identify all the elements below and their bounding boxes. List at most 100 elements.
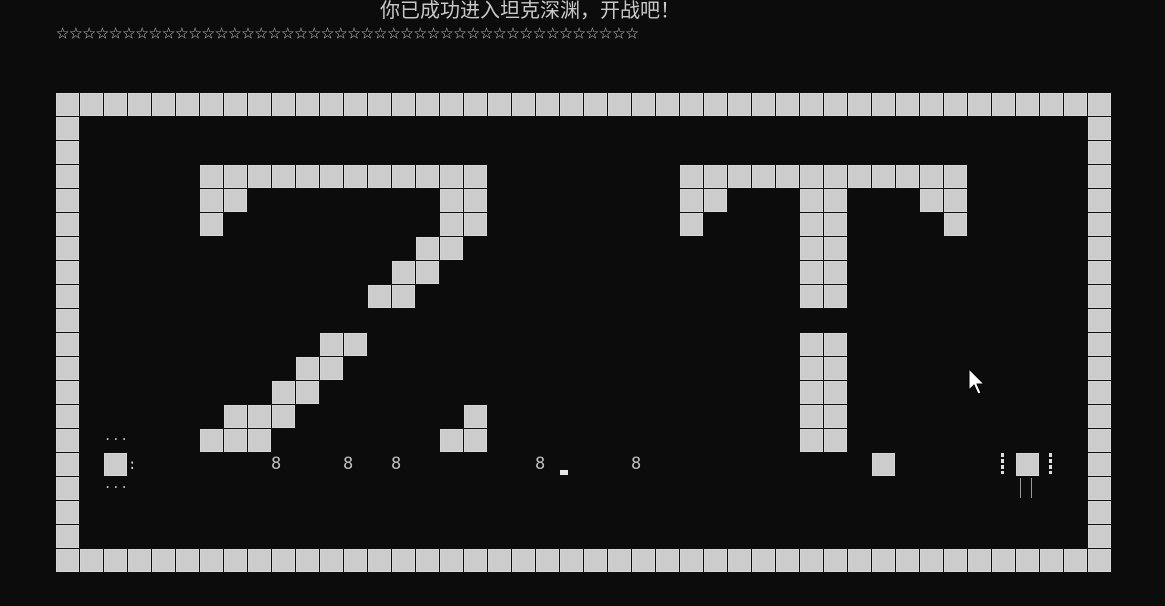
wall-block — [200, 93, 223, 116]
wall-block — [56, 453, 79, 476]
letter-z-block — [200, 189, 223, 212]
letter-t-block — [872, 165, 895, 188]
wall-block — [56, 477, 79, 500]
wall-block — [704, 93, 727, 116]
wall-block — [56, 141, 79, 164]
wall-block — [680, 93, 703, 116]
wall-block — [1088, 333, 1111, 356]
letter-t-block — [800, 237, 823, 260]
wall-block — [992, 93, 1015, 116]
letter-z-block — [248, 429, 271, 452]
letter-z-block — [248, 165, 271, 188]
letter-z-block — [248, 405, 271, 428]
wall-block — [584, 549, 607, 572]
wall-block — [392, 93, 415, 116]
wall-block — [1088, 141, 1111, 164]
wall-block — [752, 549, 775, 572]
wall-block — [56, 261, 79, 284]
wall-block — [1088, 237, 1111, 260]
letter-t-block — [800, 213, 823, 236]
letter-z-block — [464, 189, 487, 212]
letter-t-block — [752, 165, 775, 188]
letter-t-block — [944, 189, 967, 212]
wall-block — [56, 501, 79, 524]
letter-z-block — [440, 213, 463, 236]
letter-z-block — [416, 237, 439, 260]
letter-z-block — [200, 429, 223, 452]
wall-block — [872, 93, 895, 116]
letter-t-block — [920, 189, 943, 212]
wall-block — [56, 357, 79, 380]
wall-block — [800, 93, 823, 116]
enemy-tank-body — [1016, 453, 1039, 476]
wall-block — [56, 93, 79, 116]
letter-z-block — [272, 165, 295, 188]
wall-block — [1088, 453, 1111, 476]
wall-block — [56, 525, 79, 548]
wall-block — [776, 549, 799, 572]
wall-block — [1088, 405, 1111, 428]
wall-block — [1088, 357, 1111, 380]
wall-block — [1064, 549, 1087, 572]
letter-z-block — [272, 405, 295, 428]
wall-block — [80, 549, 103, 572]
obstacle-block — [872, 453, 895, 476]
wall-block — [464, 93, 487, 116]
letter-z-block — [224, 189, 247, 212]
letter-t-block — [896, 165, 919, 188]
letter-z-block — [224, 165, 247, 188]
letter-z-block — [344, 333, 367, 356]
wall-block — [56, 285, 79, 308]
letter-t-block — [800, 429, 823, 452]
wall-block — [1088, 501, 1111, 524]
marker: 8 — [391, 454, 402, 474]
letter-t-block — [848, 165, 871, 188]
letter-z-block — [416, 261, 439, 284]
wall-block — [848, 549, 871, 572]
letter-z-block — [464, 429, 487, 452]
wall-block — [584, 93, 607, 116]
letter-t-block — [800, 285, 823, 308]
wall-block — [56, 165, 79, 188]
letter-z-block — [296, 165, 319, 188]
wall-block — [56, 213, 79, 236]
wall-block — [560, 93, 583, 116]
wall-block — [656, 93, 679, 116]
wall-block — [368, 549, 391, 572]
letter-z-block — [224, 429, 247, 452]
wall-block — [1016, 93, 1039, 116]
wall-block — [392, 549, 415, 572]
letter-t-block — [824, 381, 847, 404]
enemy-tank-barrel-left — [1020, 478, 1021, 498]
letter-z-block — [200, 213, 223, 236]
wall-block — [296, 549, 319, 572]
letter-z-block — [392, 285, 415, 308]
wall-block — [536, 93, 559, 116]
marker: 8 — [343, 454, 354, 474]
wall-block — [632, 549, 655, 572]
wall-block — [1088, 213, 1111, 236]
wall-block — [1088, 93, 1111, 116]
wall-block — [128, 93, 151, 116]
wall-block — [152, 549, 175, 572]
wall-block — [1016, 549, 1039, 572]
wall-block — [872, 549, 895, 572]
letter-t-block — [824, 405, 847, 428]
wall-block — [248, 549, 271, 572]
wall-block — [272, 549, 295, 572]
wall-block — [344, 93, 367, 116]
wall-block — [824, 93, 847, 116]
letter-z-block — [464, 405, 487, 428]
wall-block — [1088, 117, 1111, 140]
wall-block — [56, 189, 79, 212]
letter-t-block — [824, 189, 847, 212]
wall-block — [488, 93, 511, 116]
wall-block — [728, 549, 751, 572]
wall-block — [56, 333, 79, 356]
wall-block — [56, 549, 79, 572]
wall-block — [944, 549, 967, 572]
letter-t-block — [824, 357, 847, 380]
enemy-tank-barrel-right — [1031, 478, 1032, 498]
letter-z-block — [464, 213, 487, 236]
letter-t-block — [824, 429, 847, 452]
